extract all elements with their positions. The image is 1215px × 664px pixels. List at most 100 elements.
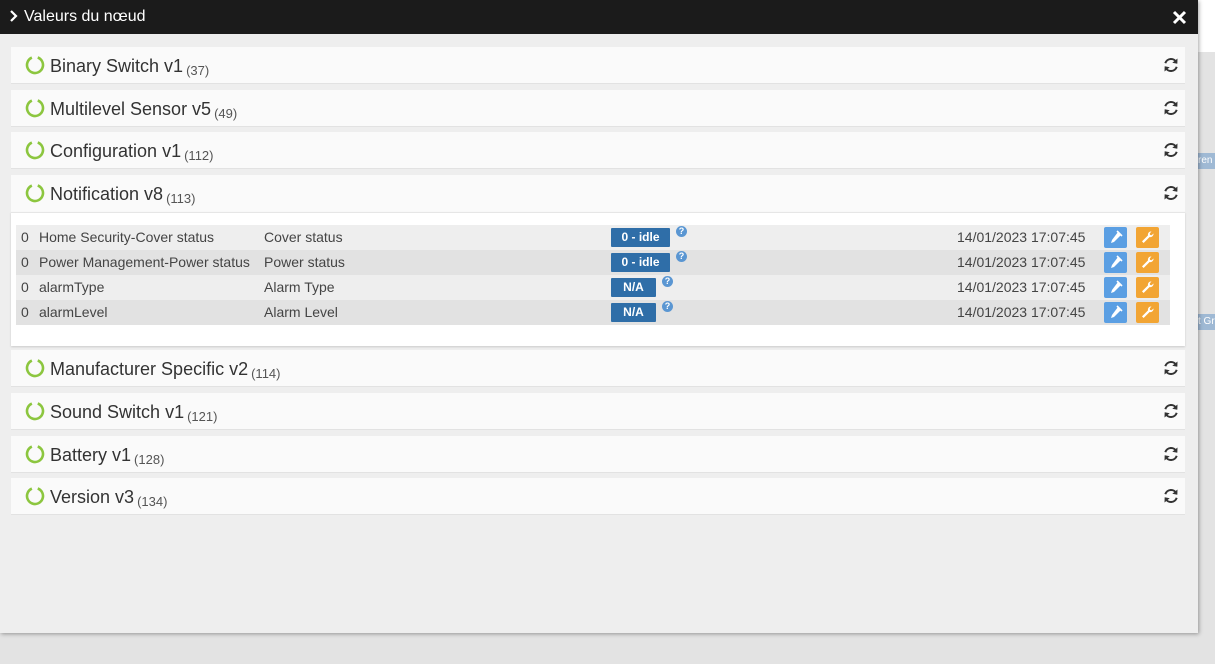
- command-class-panel: Sound Switch v1 (121): [11, 393, 1185, 430]
- timestamp-cell: 14/01/2023 17:07:45: [957, 229, 1086, 245]
- value-label-cell: Power status: [264, 254, 345, 270]
- close-icon[interactable]: [1171, 9, 1188, 26]
- value-name-cell: alarmType: [39, 279, 105, 295]
- status-ring-icon: [25, 55, 45, 75]
- refresh-icon[interactable]: [1162, 141, 1180, 159]
- eyedropper-icon[interactable]: [1104, 302, 1127, 323]
- panel-name: Multilevel Sensor v5: [50, 99, 212, 119]
- panel-title[interactable]: Sound Switch v1 (121): [50, 402, 217, 424]
- refresh-icon[interactable]: [1162, 359, 1180, 377]
- panel-header[interactable]: Version v3 (134): [11, 478, 1185, 515]
- modal-title: Valeurs du nœud: [24, 8, 146, 25]
- value-name-cell: Home Security-Cover status: [39, 229, 215, 245]
- panel-header[interactable]: Battery v1 (128): [11, 436, 1185, 473]
- modal-header: Valeurs du nœud: [0, 0, 1198, 34]
- background-page-top: [1198, 0, 1215, 52]
- command-class-panel: Manufacturer Specific v2 (114): [11, 350, 1185, 387]
- refresh-icon[interactable]: [1162, 184, 1180, 202]
- status-ring-icon: [25, 444, 45, 464]
- wrench-icon[interactable]: [1136, 302, 1159, 323]
- panel-name: Notification v8: [50, 184, 164, 204]
- command-class-panel: Binary Switch v1 (37): [11, 47, 1185, 84]
- panel-header[interactable]: Sound Switch v1 (121): [11, 393, 1185, 430]
- panel-header[interactable]: Binary Switch v1 (37): [11, 47, 1185, 84]
- timestamp-cell: 14/01/2023 17:07:45: [957, 254, 1086, 270]
- status-ring-icon: [25, 358, 45, 378]
- command-class-panel: Notification v8 (113) 0 Home Security-Cover…: [11, 175, 1185, 346]
- panel-name: Battery v1: [50, 445, 132, 465]
- panel-header[interactable]: Notification v8 (113): [11, 175, 1185, 212]
- panel-header[interactable]: Configuration v1 (112): [11, 132, 1185, 169]
- panel-title[interactable]: Configuration v1 (112): [50, 141, 213, 163]
- background-page-bottom: [0, 633, 1198, 664]
- panel-title[interactable]: Version v3 (134): [50, 487, 167, 509]
- instance-cell: 0: [21, 279, 29, 295]
- value-badge: 0 - idle: [611, 228, 670, 247]
- refresh-icon[interactable]: [1162, 99, 1180, 117]
- command-class-panel: Multilevel Sensor v5 (49): [11, 90, 1185, 127]
- command-class-panel: Version v3 (134): [11, 478, 1185, 515]
- value-badge: 0 - idle: [611, 253, 670, 272]
- instance-cell: 0: [21, 254, 29, 270]
- command-class-panel: Battery v1 (128): [11, 436, 1185, 473]
- refresh-icon[interactable]: [1162, 402, 1180, 420]
- panel-header[interactable]: Manufacturer Specific v2 (114): [11, 350, 1185, 387]
- help-icon[interactable]: ?: [662, 301, 673, 312]
- value-badge: N/A: [611, 278, 656, 297]
- value-name-cell: alarmLevel: [39, 304, 108, 320]
- status-ring-icon: [25, 98, 45, 118]
- panel-title[interactable]: Battery v1 (128): [50, 445, 164, 467]
- instance-cell: 0: [21, 229, 29, 245]
- panel-body: 0 Home Security-Cover status Cover status 0…: [11, 212, 1185, 346]
- panel-title[interactable]: Multilevel Sensor v5 (49): [50, 99, 237, 121]
- instance-cell: 0: [21, 304, 29, 320]
- help-icon[interactable]: ?: [662, 276, 673, 287]
- value-label-cell: Cover status: [264, 229, 343, 245]
- eyedropper-icon[interactable]: [1104, 252, 1127, 273]
- eyedropper-icon[interactable]: [1104, 227, 1127, 248]
- panel-header[interactable]: Multilevel Sensor v5 (49): [11, 90, 1185, 127]
- status-ring-icon: [25, 401, 45, 421]
- panel-name: Manufacturer Specific v2: [50, 359, 249, 379]
- command-class-panel: Configuration v1 (112): [11, 132, 1185, 169]
- refresh-icon[interactable]: [1162, 445, 1180, 463]
- value-label-cell: Alarm Level: [264, 304, 338, 320]
- value-label-cell: Alarm Type: [264, 279, 335, 295]
- background-tag: ren: [1198, 153, 1215, 169]
- status-ring-icon: [25, 486, 45, 506]
- table-row: 0 Power Management-Power status Power stat…: [16, 250, 1170, 275]
- status-ring-icon: [25, 140, 45, 160]
- status-ring-icon: [25, 183, 45, 203]
- panel-count: (121): [187, 409, 218, 424]
- panel-count: (114): [251, 366, 281, 381]
- panel-name: Version v3: [50, 487, 135, 507]
- node-values-modal: Valeurs du nœud Binary Switch v1 (37) Mult…: [0, 0, 1198, 633]
- panel-title[interactable]: Notification v8 (113): [50, 184, 195, 206]
- timestamp-cell: 14/01/2023 17:07:45: [957, 279, 1086, 295]
- panel-title[interactable]: Binary Switch v1 (37): [50, 56, 209, 78]
- panel-count: (112): [184, 148, 214, 163]
- eyedropper-icon[interactable]: [1104, 277, 1127, 298]
- help-icon[interactable]: ?: [676, 226, 687, 237]
- panel-count: (113): [166, 191, 196, 206]
- panel-title[interactable]: Manufacturer Specific v2 (114): [50, 359, 280, 381]
- refresh-icon[interactable]: [1162, 487, 1180, 505]
- panel-count: (134): [137, 494, 168, 509]
- wrench-icon[interactable]: [1136, 227, 1159, 248]
- panel-count: (37): [186, 63, 210, 78]
- panel-count: (49): [214, 106, 238, 121]
- background-page: [1198, 0, 1215, 664]
- refresh-icon[interactable]: [1162, 56, 1180, 74]
- table-row: 0 alarmType Alarm Type N/A? 14/01/2023 17:07…: [16, 275, 1170, 300]
- wrench-icon[interactable]: [1136, 252, 1159, 273]
- value-badge: N/A: [611, 303, 656, 322]
- help-icon[interactable]: ?: [676, 251, 687, 262]
- background-tag: t Gr: [1198, 314, 1215, 330]
- panel-name: Sound Switch v1: [50, 402, 185, 422]
- panel-name: Configuration v1: [50, 141, 182, 161]
- timestamp-cell: 14/01/2023 17:07:45: [957, 304, 1086, 320]
- chevron-right-icon[interactable]: [7, 9, 21, 23]
- table-row: 0 alarmLevel Alarm Level N/A? 14/01/2023 17:…: [16, 300, 1170, 325]
- table-row: 0 Home Security-Cover status Cover status 0…: [16, 225, 1170, 250]
- wrench-icon[interactable]: [1136, 277, 1159, 298]
